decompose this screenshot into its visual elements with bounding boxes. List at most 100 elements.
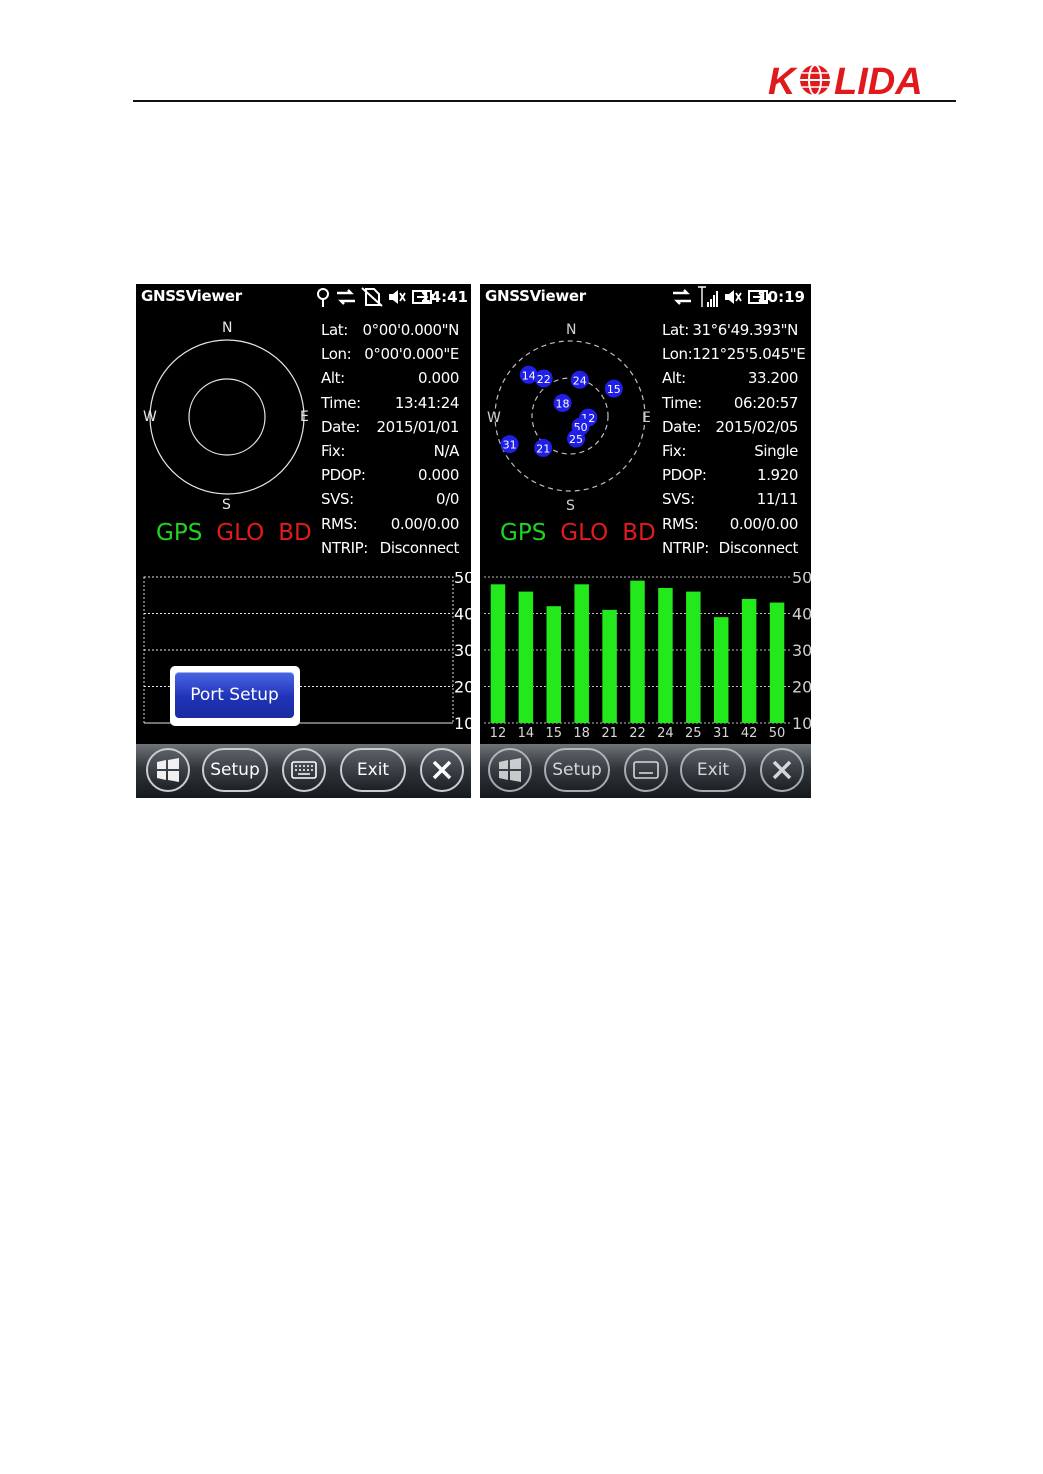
position-info-panel: Lat: 31°6'49.393"N Lon: 121°25'5.045"E Alt: 3… (662, 318, 806, 560)
satellite-id: 14 (522, 369, 536, 382)
snr-bar (769, 602, 785, 723)
satellite-prn-label: 50 (769, 726, 786, 740)
info-value: N/A (433, 441, 460, 460)
info-value: Disconnect (718, 538, 799, 557)
info-row: Fix: N/A (321, 439, 459, 463)
keyboard-icon[interactable] (624, 748, 668, 792)
info-value: Disconnect (379, 538, 460, 557)
satellite-marker[interactable]: 21 (534, 438, 553, 457)
y-tick-label: 40 (454, 605, 471, 624)
app-title: GNSSViewer (141, 287, 242, 305)
info-row: Time: 06:20:57 (662, 391, 798, 415)
y-tick-label: 50 (792, 572, 811, 587)
port-setup-button[interactable]: Port Setup (175, 672, 294, 718)
close-icon[interactable] (760, 748, 804, 792)
satellite-id: 18 (556, 398, 570, 411)
satellite-id: 24 (573, 374, 587, 387)
svg-text:LIDA: LIDA (834, 61, 923, 100)
gps-label[interactable]: GPS (156, 520, 202, 546)
y-tick-label: 50 (454, 572, 471, 587)
glo-label[interactable]: GLO (560, 520, 608, 546)
constellation-legend: GPS GLO BD (156, 520, 312, 546)
gps-label[interactable]: GPS (500, 520, 546, 546)
satellite-prn-label: 22 (629, 726, 646, 740)
info-label: Lat: (321, 321, 348, 339)
snr-bar (546, 606, 562, 723)
speaker-muted-icon[interactable] (723, 288, 743, 306)
gnssviewer-screen-disconnected: GNSSViewer 14:41 N S W E GPS GLO BD Lat:… (136, 284, 471, 798)
speaker-muted-icon[interactable] (387, 288, 407, 306)
y-tick-label: 30 (792, 641, 811, 660)
snr-bar-chart: 50 40 30 20 10 12 14 15 18 21 22 24 25 31 42 50 (480, 572, 811, 740)
satellite-id: 15 (607, 383, 621, 396)
snr-bar (713, 617, 729, 723)
info-label: Alt: (662, 369, 686, 388)
snr-bar (518, 591, 534, 723)
info-row: Date: 2015/01/01 (321, 415, 459, 439)
info-value: Single (754, 441, 798, 460)
svg-text:K: K (768, 61, 798, 100)
info-value: 31°6'49.393"N (692, 321, 798, 339)
exit-button[interactable]: Exit (680, 748, 746, 792)
info-value: 0.00/0.00 (390, 514, 460, 533)
sync-arrows-icon[interactable] (671, 288, 693, 306)
bd-label[interactable]: BD (278, 520, 312, 546)
info-label: Fix: (321, 441, 346, 460)
info-row: Lat: 31°6'49.393"N (662, 318, 798, 342)
app-title: GNSSViewer (485, 287, 586, 305)
satellite-marker[interactable]: 14 (519, 365, 538, 384)
info-row: Alt: 0.000 (321, 366, 459, 390)
glo-label[interactable]: GLO (216, 520, 264, 546)
info-label: Fix: (662, 441, 687, 460)
info-label: Time: (321, 393, 361, 412)
satellite-marker[interactable]: 18 (553, 394, 572, 413)
snr-bar (630, 580, 645, 723)
close-icon[interactable] (420, 748, 464, 792)
info-row: Time: 13:41:24 (321, 391, 459, 415)
setup-button[interactable]: Setup (544, 748, 610, 792)
satellite-prn-label: 42 (741, 726, 758, 740)
info-row: RMS: 0.00/0.00 (321, 512, 459, 536)
no-sim-icon (361, 287, 383, 307)
info-label: SVS: (321, 490, 354, 509)
info-value: 0.000 (418, 466, 459, 485)
satellite-marker[interactable]: 24 (570, 370, 589, 389)
compass-s: S (222, 497, 231, 513)
info-label: PDOP: (662, 466, 707, 485)
satellite-prn-label: 31 (713, 726, 730, 740)
satellite-marker[interactable]: 25 (567, 429, 586, 448)
sync-arrows-icon[interactable] (335, 288, 357, 306)
info-value: 2015/02/05 (715, 417, 799, 436)
satellite-marker[interactable]: 22 (534, 369, 553, 388)
satellite-marker[interactable]: 15 (604, 379, 623, 398)
info-label: NTRIP: (321, 538, 368, 557)
windows-start-icon[interactable] (146, 748, 190, 792)
info-label: Alt: (321, 369, 345, 388)
clock: 14:41 (420, 288, 468, 306)
compass-e: E (642, 410, 651, 426)
info-label: Time: (662, 393, 702, 412)
keyboard-icon[interactable] (282, 748, 326, 792)
port-setup-popup: Port Setup (170, 666, 300, 726)
info-label: Lon: (321, 345, 352, 364)
info-value: 33.200 (747, 369, 798, 388)
info-value: 1.920 (757, 466, 798, 485)
info-row: Lon: 121°25'5.045"E (662, 342, 806, 366)
exit-button[interactable]: Exit (340, 748, 406, 792)
setup-button[interactable]: Setup (202, 748, 268, 792)
gnssviewer-screen-tracking: GNSSViewer 10:19 N S W E 14 22 24 15 18 12 50 2… (480, 284, 811, 798)
satellite-prn-label: 21 (601, 726, 618, 740)
compass-s: S (566, 498, 575, 514)
constellation-legend: GPS GLO BD (500, 520, 656, 546)
y-tick-label: 10 (792, 714, 811, 733)
satellite-prn-label: 12 (490, 726, 507, 740)
title-bar: GNSSViewer 14:41 (136, 284, 471, 310)
satellite-marker[interactable]: 31 (500, 435, 519, 454)
info-value: 0°00'0.000"N (362, 321, 459, 339)
snr-bar (574, 584, 589, 723)
info-label: RMS: (662, 514, 699, 533)
y-tick-label: 10 (454, 714, 471, 733)
bd-label[interactable]: BD (622, 520, 656, 546)
windows-start-icon[interactable] (488, 748, 532, 792)
info-label: Date: (321, 417, 360, 436)
